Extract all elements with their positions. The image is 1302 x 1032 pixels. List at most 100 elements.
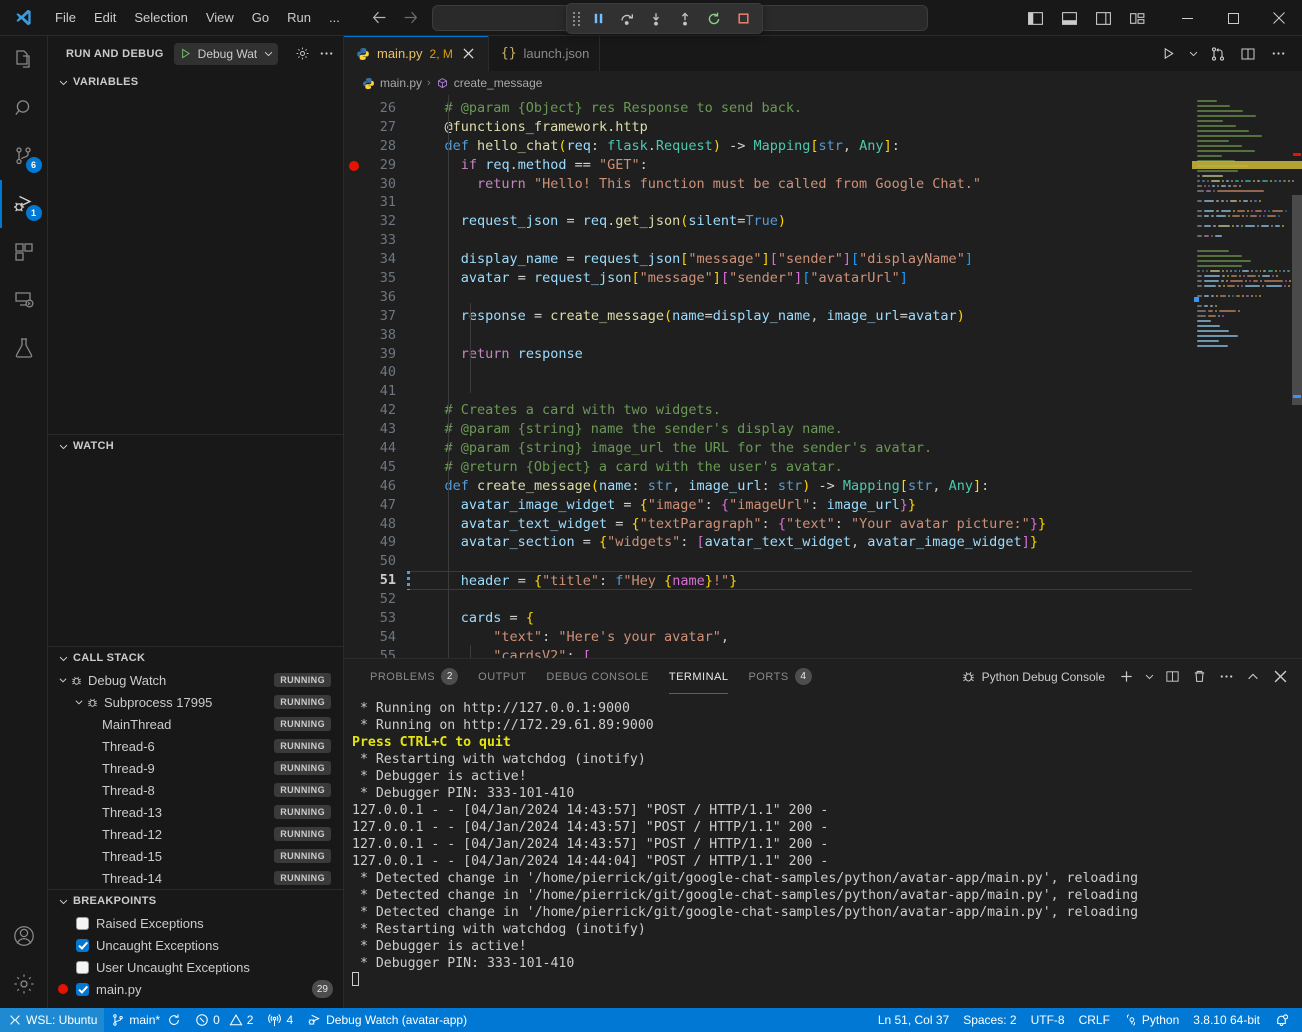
chevron-down-icon[interactable] <box>263 48 274 59</box>
breadcrumb-file[interactable]: main.py <box>362 76 422 90</box>
line-number[interactable]: 53 <box>344 609 410 628</box>
line-number[interactable]: 37 <box>344 307 410 326</box>
terminal-chevron-down-icon[interactable] <box>1141 665 1157 689</box>
watch-section-header[interactable]: WATCH <box>48 435 343 457</box>
status-eol[interactable]: CRLF <box>1072 1008 1117 1032</box>
line-number[interactable]: 30 <box>344 175 410 194</box>
line-number[interactable]: 31 <box>344 193 410 212</box>
status-interpreter-version[interactable]: 3.8.10 64-bit <box>1186 1008 1267 1032</box>
activity-accounts[interactable] <box>0 912 48 960</box>
code-line[interactable] <box>410 231 1192 250</box>
line-number[interactable]: 32 <box>344 212 410 231</box>
line-number[interactable]: 27 <box>344 118 410 137</box>
line-number[interactable]: 36 <box>344 288 410 307</box>
panel-tab-output[interactable]: OUTPUT <box>468 659 536 694</box>
code-line[interactable]: request_json = req.get_json(silent=True) <box>410 212 1192 231</box>
code-line[interactable]: # @param {string} image_url the URL for … <box>410 439 1192 458</box>
panel-tab-problems[interactable]: PROBLEMS2 <box>360 659 468 694</box>
breakpoint-row[interactable]: Raised Exceptions <box>48 912 343 934</box>
maximize-panel-icon[interactable] <box>1241 665 1265 689</box>
status-ports[interactable]: 4 <box>260 1008 300 1032</box>
call-stack-row[interactable]: Thread-12RUNNING <box>48 823 343 845</box>
line-number[interactable]: 45 <box>344 458 410 477</box>
toggle-primary-sidebar-icon[interactable] <box>1020 5 1050 31</box>
run-python-file-button[interactable] <box>1154 40 1182 68</box>
line-number[interactable]: 47 <box>344 496 410 515</box>
start-debugging-icon[interactable] <box>179 47 192 60</box>
close-panel-icon[interactable] <box>1268 665 1292 689</box>
panel-more-actions-icon[interactable] <box>1214 665 1238 689</box>
call-stack-row[interactable]: Thread-15RUNNING <box>48 845 343 867</box>
go-forward-icon[interactable] <box>402 9 419 26</box>
status-remote-host[interactable]: WSL: Ubuntu <box>0 1008 104 1032</box>
terminal-output[interactable]: * Running on http://127.0.0.1:9000 * Run… <box>344 694 1302 1008</box>
activity-manage-settings[interactable] <box>0 960 48 1008</box>
call-stack-row[interactable]: Thread-14RUNNING <box>48 867 343 889</box>
sync-changes-icon[interactable] <box>167 1013 181 1027</box>
breakpoint-row[interactable]: main.py29 <box>48 978 343 1000</box>
line-number[interactable]: 50 <box>344 552 410 571</box>
menu-go[interactable]: Go <box>243 6 278 29</box>
status-encoding[interactable]: UTF-8 <box>1024 1008 1072 1032</box>
breakpoints-section-header[interactable]: BREAKPOINTS <box>48 890 343 912</box>
menu-selection[interactable]: Selection <box>125 6 196 29</box>
menu-run[interactable]: Run <box>278 6 320 29</box>
activity-extensions[interactable] <box>0 228 48 276</box>
code-line[interactable]: def hello_chat(req: flask.Request) -> Ma… <box>410 137 1192 156</box>
minimize-button[interactable] <box>1164 0 1210 36</box>
line-number[interactable]: 40 <box>344 363 410 382</box>
toggle-secondary-sidebar-icon[interactable] <box>1088 5 1118 31</box>
line-number[interactable]: 33 <box>344 231 410 250</box>
menu-view[interactable]: View <box>197 6 243 29</box>
run-chevron-down-icon[interactable] <box>1184 40 1202 68</box>
line-number[interactable]: 38 <box>344 326 410 345</box>
line-number[interactable]: 34 <box>344 250 410 269</box>
line-number[interactable]: 54 <box>344 628 410 647</box>
status-language-mode[interactable]: Python <box>1117 1008 1186 1032</box>
split-editor-icon[interactable] <box>1234 40 1262 68</box>
kill-terminal-icon[interactable] <box>1187 665 1211 689</box>
code-line[interactable] <box>410 326 1192 345</box>
call-stack-row[interactable]: Thread-13RUNNING <box>48 801 343 823</box>
code-line[interactable] <box>410 363 1192 382</box>
menu-file[interactable]: File <box>46 6 85 29</box>
call-stack-row[interactable]: Debug WatchRUNNING <box>48 669 343 691</box>
active-terminal-name[interactable]: Python Debug Console <box>961 669 1105 684</box>
activity-remote-explorer[interactable] <box>0 276 48 324</box>
code-line[interactable]: avatar_section = {"widgets": [avatar_tex… <box>410 533 1192 552</box>
code-line[interactable]: @functions_framework.http <box>410 118 1192 137</box>
activity-testing[interactable] <box>0 324 48 372</box>
maximize-button[interactable] <box>1210 0 1256 36</box>
line-number[interactable]: 39 <box>344 345 410 364</box>
breakpoint-checkbox[interactable] <box>76 961 89 974</box>
code-line[interactable]: # @param {string} name the sender's disp… <box>410 420 1192 439</box>
call-stack-section-header[interactable]: CALL STACK <box>48 647 343 669</box>
code-line[interactable]: def create_message(name: str, image_url:… <box>410 477 1192 496</box>
breakpoint-row[interactable]: User Uncaught Exceptions <box>48 956 343 978</box>
status-branch[interactable]: main* <box>104 1008 188 1032</box>
tab-launch-json[interactable]: {} launch.json <box>489 36 600 71</box>
line-number[interactable]: 49 <box>344 533 410 552</box>
split-terminal-icon[interactable] <box>1160 665 1184 689</box>
variables-section-header[interactable]: VARIABLES <box>48 71 343 93</box>
drag-handle-icon[interactable] <box>573 12 580 26</box>
chevron-down-icon[interactable] <box>72 697 86 707</box>
stop-button[interactable] <box>730 6 756 31</box>
menu-edit[interactable]: Edit <box>85 6 125 29</box>
line-number[interactable]: 41 <box>344 382 410 401</box>
status-notifications[interactable] <box>1267 1008 1296 1032</box>
close-button[interactable] <box>1256 0 1302 36</box>
code-line[interactable] <box>410 288 1192 307</box>
code-line[interactable] <box>410 552 1192 571</box>
status-indentation[interactable]: Spaces: 2 <box>956 1008 1023 1032</box>
activity-run-and-debug[interactable]: 1 <box>0 180 48 228</box>
code-editor[interactable]: 2627282930313233343536373839404142434445… <box>344 95 1302 658</box>
breakpoint-dot-icon[interactable] <box>349 161 359 171</box>
pause-button[interactable] <box>585 6 611 31</box>
activity-source-control[interactable]: 6 <box>0 132 48 180</box>
new-terminal-icon[interactable] <box>1114 665 1138 689</box>
step-out-button[interactable] <box>672 6 698 31</box>
line-number[interactable]: 28 <box>344 137 410 156</box>
step-into-button[interactable] <box>643 6 669 31</box>
minimap[interactable] <box>1192 95 1302 658</box>
